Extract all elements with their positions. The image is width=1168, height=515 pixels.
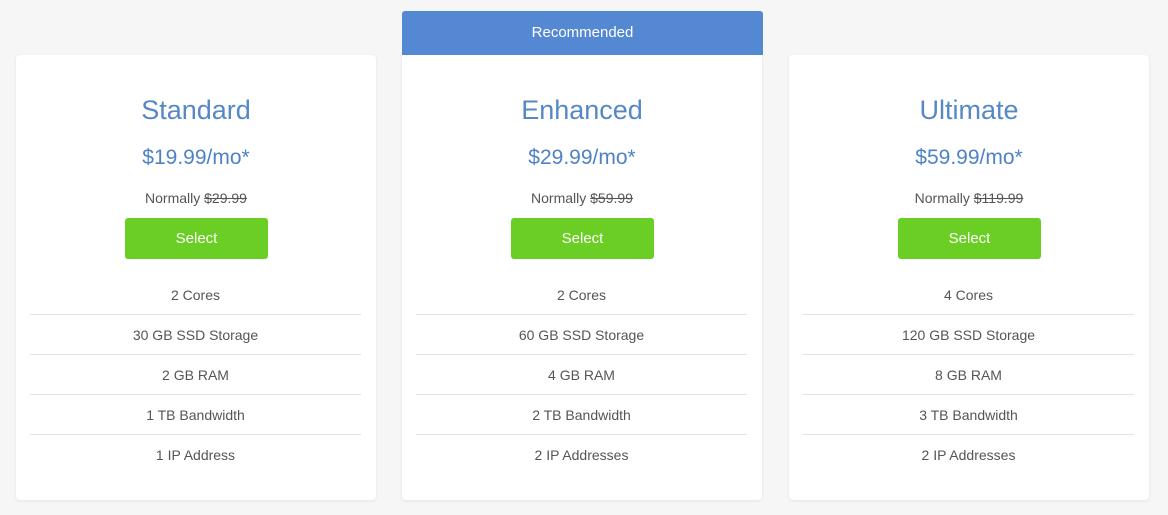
select-button-ultimate[interactable]: Select bbox=[898, 218, 1041, 259]
feature-item: 3 TB Bandwidth bbox=[803, 395, 1134, 435]
feature-item: 4 GB RAM bbox=[416, 355, 747, 395]
normal-price: Normally $119.99 bbox=[789, 188, 1149, 208]
plan-card-ultimate: Ultimate $59.99/mo* Normally $119.99 Sel… bbox=[789, 55, 1149, 500]
plan-price: $59.99/mo* bbox=[915, 146, 1023, 169]
feature-item: 4 Cores bbox=[803, 275, 1134, 315]
feature-list: 2 Cores 60 GB SSD Storage 4 GB RAM 2 TB … bbox=[416, 275, 747, 475]
select-button-enhanced[interactable]: Select bbox=[511, 218, 654, 259]
feature-item: 2 Cores bbox=[30, 275, 361, 315]
plan-name: Enhanced bbox=[521, 95, 643, 125]
old-price: $29.99 bbox=[204, 190, 247, 206]
old-price: $59.99 bbox=[590, 190, 633, 206]
recommended-banner: Recommended bbox=[402, 11, 763, 55]
plan-price: $29.99/mo* bbox=[528, 146, 636, 169]
feature-item: 30 GB SSD Storage bbox=[30, 315, 361, 355]
feature-item: 1 TB Bandwidth bbox=[30, 395, 361, 435]
feature-item: 2 GB RAM bbox=[30, 355, 361, 395]
plan-card-standard: Standard $19.99/mo* Normally $29.99 Sele… bbox=[16, 55, 376, 500]
feature-item: 120 GB SSD Storage bbox=[803, 315, 1134, 355]
feature-item: 60 GB SSD Storage bbox=[416, 315, 747, 355]
feature-item: 2 IP Addresses bbox=[921, 447, 1016, 463]
feature-list: 2 Cores 30 GB SSD Storage 2 GB RAM 1 TB … bbox=[30, 275, 361, 475]
feature-list: 4 Cores 120 GB SSD Storage 8 GB RAM 3 TB… bbox=[803, 275, 1134, 475]
plan-price: $19.99/mo* bbox=[142, 146, 250, 169]
plan-name: Ultimate bbox=[919, 95, 1019, 125]
normally-label: Normally bbox=[145, 190, 201, 206]
feature-item: 2 TB Bandwidth bbox=[416, 395, 747, 435]
old-price: $119.99 bbox=[973, 190, 1024, 206]
feature-item: 2 IP Addresses bbox=[534, 447, 629, 463]
normal-price: Normally $59.99 bbox=[402, 188, 762, 208]
select-button-standard[interactable]: Select bbox=[125, 218, 268, 259]
plan-card-enhanced: Enhanced $29.99/mo* Normally $59.99 Sele… bbox=[402, 55, 762, 500]
feature-item: 8 GB RAM bbox=[803, 355, 1134, 395]
normally-label: Normally bbox=[914, 190, 970, 206]
plan-name: Standard bbox=[141, 95, 251, 125]
pricing-section: Recommended Standard $19.99/mo* Normally… bbox=[0, 0, 1168, 515]
normally-label: Normally bbox=[531, 190, 587, 206]
feature-item: 1 IP Address bbox=[155, 447, 236, 463]
normal-price: Normally $29.99 bbox=[16, 188, 376, 208]
feature-item: 2 Cores bbox=[416, 275, 747, 315]
